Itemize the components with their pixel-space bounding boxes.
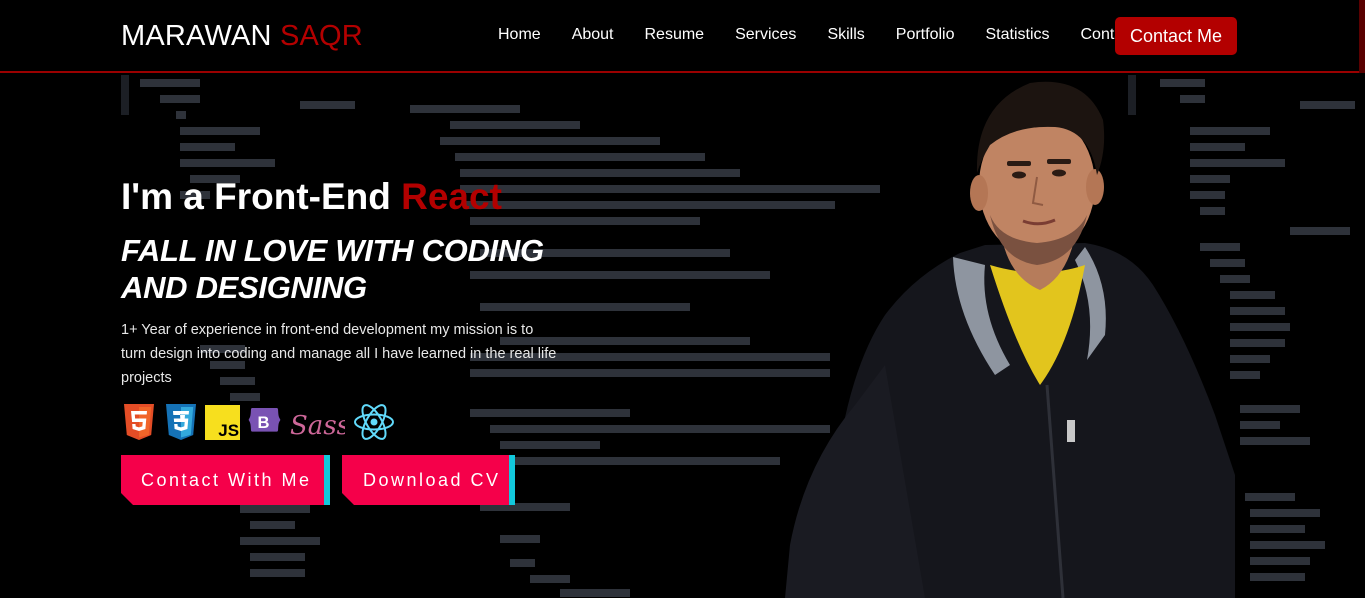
svg-text:Sass: Sass bbox=[290, 411, 345, 441]
hero-subtitle: FALL IN LOVE WITH CODING AND DESIGNING bbox=[121, 233, 544, 305]
bootstrap-icon: B bbox=[247, 403, 282, 441]
hero-section: I'm a Front-End React FALL IN LOVE WITH … bbox=[121, 175, 601, 441]
hero-buttons: Contact With Me Download CV bbox=[121, 455, 515, 505]
brand-first-name: MARAWAN bbox=[121, 20, 272, 52]
nav-link-skills[interactable]: Skills bbox=[827, 24, 864, 46]
tech-icons: JS B Sass bbox=[121, 403, 601, 441]
contact-me-button[interactable]: Contact Me bbox=[1115, 17, 1237, 55]
contact-with-me-label[interactable]: Contact With Me bbox=[121, 455, 324, 505]
nav-links: Home About Resume Services Skills Portfo… bbox=[498, 24, 1167, 46]
svg-text:JS: JS bbox=[218, 421, 239, 440]
brand-logo[interactable]: MARAWAN SAQR bbox=[121, 20, 363, 52]
download-cv-button[interactable]: Download CV bbox=[342, 455, 515, 505]
javascript-icon: JS bbox=[205, 403, 240, 441]
nav-link-about[interactable]: About bbox=[572, 24, 614, 46]
brand-last-name: SAQR bbox=[279, 20, 363, 52]
hero-title-prefix: I'm a Front-End bbox=[121, 176, 402, 217]
html5-icon bbox=[121, 403, 156, 441]
download-cv-label[interactable]: Download CV bbox=[342, 455, 509, 505]
profile-photo bbox=[785, 75, 1235, 598]
nav-link-resume[interactable]: Resume bbox=[645, 24, 705, 46]
css3-icon bbox=[163, 403, 198, 441]
navbar: MARAWAN SAQR Home About Resume Services … bbox=[0, 0, 1365, 73]
nav-link-home[interactable]: Home bbox=[498, 24, 541, 46]
scrollbar[interactable] bbox=[1359, 0, 1365, 73]
nav-link-services[interactable]: Services bbox=[735, 24, 796, 46]
svg-text:B: B bbox=[258, 413, 270, 432]
hero-title-accent: React bbox=[401, 176, 502, 217]
nav-link-portfolio[interactable]: Portfolio bbox=[896, 24, 955, 46]
sass-icon: Sass bbox=[289, 403, 345, 441]
button-accent-edge bbox=[324, 455, 330, 505]
react-icon bbox=[352, 403, 396, 441]
hero-title: I'm a Front-End React bbox=[121, 175, 601, 219]
button-accent-edge bbox=[509, 455, 515, 505]
contact-with-me-button[interactable]: Contact With Me bbox=[121, 455, 330, 505]
nav-link-statistics[interactable]: Statistics bbox=[985, 24, 1049, 46]
hero-description: 1+ Year of experience in front-end devel… bbox=[121, 322, 557, 386]
